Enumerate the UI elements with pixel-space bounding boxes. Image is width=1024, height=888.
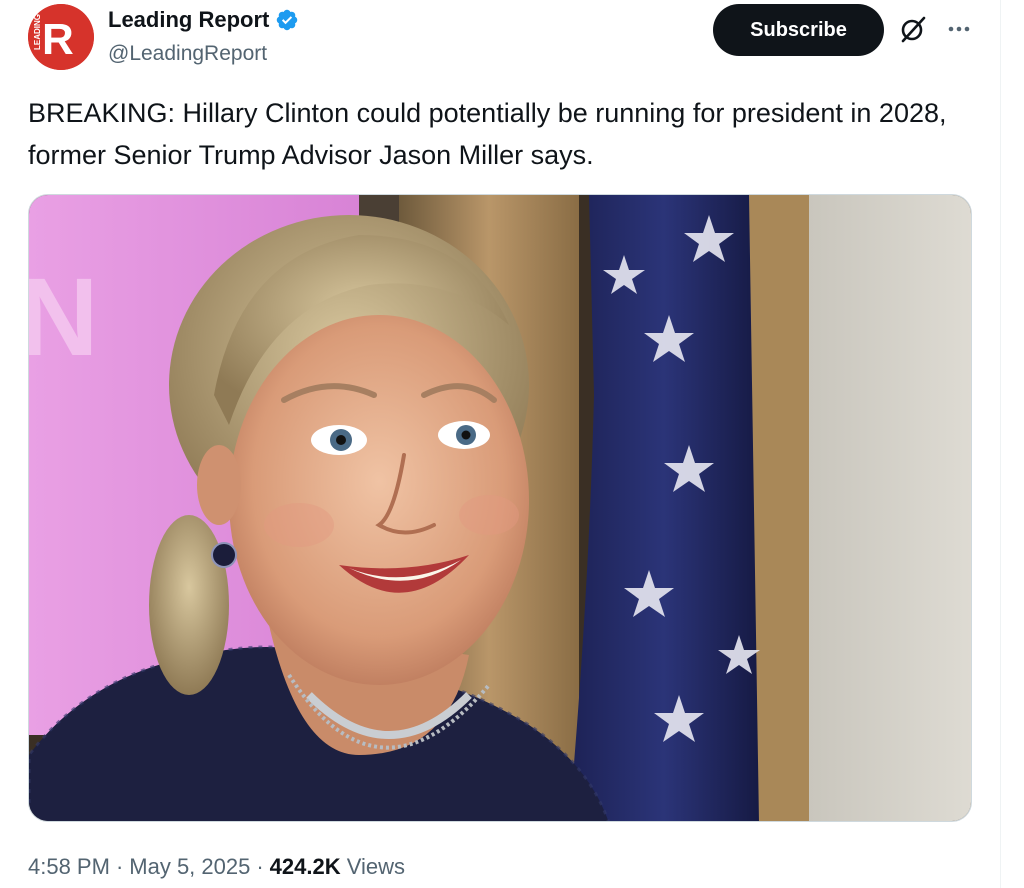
more-icon[interactable]: [944, 16, 974, 42]
meta-separator: ·: [115, 854, 124, 879]
subscribe-button[interactable]: Subscribe: [713, 4, 884, 56]
author-handle[interactable]: @LeadingReport: [108, 40, 267, 68]
author-display-name[interactable]: Leading Report: [108, 6, 269, 34]
views-count[interactable]: 424.2K: [270, 854, 341, 879]
tweet-date[interactable]: May 5, 2025: [129, 854, 250, 879]
verified-badge-icon: [277, 9, 298, 31]
svg-text:LEADING: LEADING: [33, 14, 42, 50]
views-label[interactable]: Views: [347, 854, 405, 879]
svg-text:R: R: [42, 15, 74, 64]
leading-report-logo-icon: R LEADING: [28, 4, 94, 70]
tweet-meta: 4:58 PM · May 5, 2025 · 424.2K Views: [28, 852, 405, 882]
tweet-media-photo[interactable]: N: [28, 194, 972, 822]
grok-icon[interactable]: [898, 14, 928, 44]
photo-image: N: [29, 195, 971, 821]
avatar[interactable]: R LEADING: [28, 4, 94, 70]
tweet-card: R LEADING Leading Report @LeadingReport …: [0, 0, 1001, 888]
svg-text:N: N: [29, 256, 98, 379]
author-name-row[interactable]: Leading Report: [108, 6, 299, 34]
tweet-time[interactable]: 4:58 PM: [28, 854, 110, 879]
tweet-text: BREAKING: Hillary Clinton could potentia…: [28, 98, 947, 170]
meta-separator: ·: [256, 854, 264, 879]
